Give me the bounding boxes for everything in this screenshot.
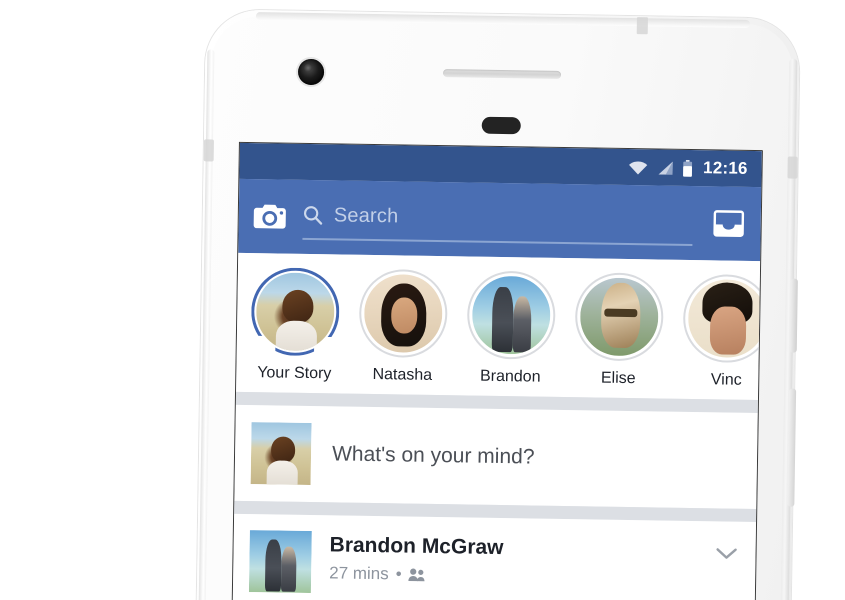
story-avatar-photo xyxy=(687,278,761,359)
antenna-band-right xyxy=(787,156,798,179)
antenna-band-left xyxy=(203,139,214,162)
story-avatar-ring xyxy=(358,268,448,359)
phone-screen: 12:16 Search Your Story Natasha Brandon … xyxy=(230,142,762,600)
story-label: Brandon xyxy=(479,367,541,386)
story-avatar-photo xyxy=(471,275,551,355)
avatar-image xyxy=(248,530,312,594)
story-avatar-photo xyxy=(579,277,659,357)
avatar-image xyxy=(579,277,659,357)
story-label: Elise xyxy=(600,369,636,388)
post-subline: 27 mins • xyxy=(329,563,695,589)
avatar-image xyxy=(255,272,335,352)
post-separator-dot: • xyxy=(395,564,402,584)
screenshot-stage: 12:16 Search Your Story Natasha Brandon … xyxy=(0,0,845,600)
search-input[interactable]: Search xyxy=(302,193,694,247)
smartphone-device: 12:16 Search Your Story Natasha Brandon … xyxy=(194,9,800,600)
stories-tray[interactable]: Your Story Natasha Brandon Elise Vinc xyxy=(236,252,761,401)
story-avatar-photo xyxy=(255,272,335,352)
avatar-image xyxy=(363,273,443,354)
story-avatar-ring xyxy=(466,270,556,360)
battery-icon xyxy=(682,159,692,177)
story-avatar-photo xyxy=(363,273,443,354)
search-icon xyxy=(303,206,323,225)
story-item-natasha[interactable]: Natasha xyxy=(356,268,450,385)
chevron-down-icon[interactable] xyxy=(713,545,739,561)
status-bar-clock: 12:16 xyxy=(702,158,748,178)
volume-rocker-button[interactable] xyxy=(787,388,797,507)
power-button[interactable] xyxy=(789,278,798,353)
avatar-image xyxy=(687,278,761,359)
post-header: Brandon McGraw 27 mins • xyxy=(248,530,740,600)
story-label: Vinc xyxy=(710,371,742,389)
story-item-elise[interactable]: Elise xyxy=(572,272,666,388)
messenger-inbox-icon[interactable] xyxy=(711,208,747,239)
story-item-vincent[interactable]: Vinc xyxy=(680,273,761,390)
story-avatar-ring xyxy=(682,273,761,364)
facebook-top-navigation-bar: Search xyxy=(238,178,762,262)
search-placeholder-text: Search xyxy=(333,203,399,227)
story-item-brandon[interactable]: Brandon xyxy=(464,270,558,386)
composer-placeholder-text: What's on your mind? xyxy=(331,442,535,469)
avatar-image xyxy=(471,275,551,355)
status-composer[interactable]: What's on your mind? xyxy=(234,404,758,510)
antenna-band-top xyxy=(636,17,648,35)
story-label: Your Story xyxy=(257,364,332,383)
story-avatar-ring xyxy=(251,267,340,356)
story-avatar-ring xyxy=(574,272,664,362)
avatar-image xyxy=(250,422,312,486)
post-timestamp: 27 mins xyxy=(329,563,389,584)
post-author-name[interactable]: Brandon McGraw xyxy=(329,533,695,563)
story-label: Natasha xyxy=(372,365,433,384)
wifi-icon xyxy=(628,161,647,175)
story-item-your-story[interactable]: Your Story xyxy=(248,267,342,383)
camera-icon[interactable] xyxy=(253,202,287,231)
friends-audience-icon[interactable] xyxy=(408,568,427,582)
post-meta: Brandon McGraw 27 mins • xyxy=(329,531,696,589)
feed-post: Brandon McGraw 27 mins • xyxy=(232,513,757,600)
cellular-signal-icon xyxy=(658,161,673,175)
post-author-avatar[interactable] xyxy=(248,530,312,594)
proximity-sensor xyxy=(481,116,521,135)
composer-user-avatar xyxy=(250,422,312,486)
